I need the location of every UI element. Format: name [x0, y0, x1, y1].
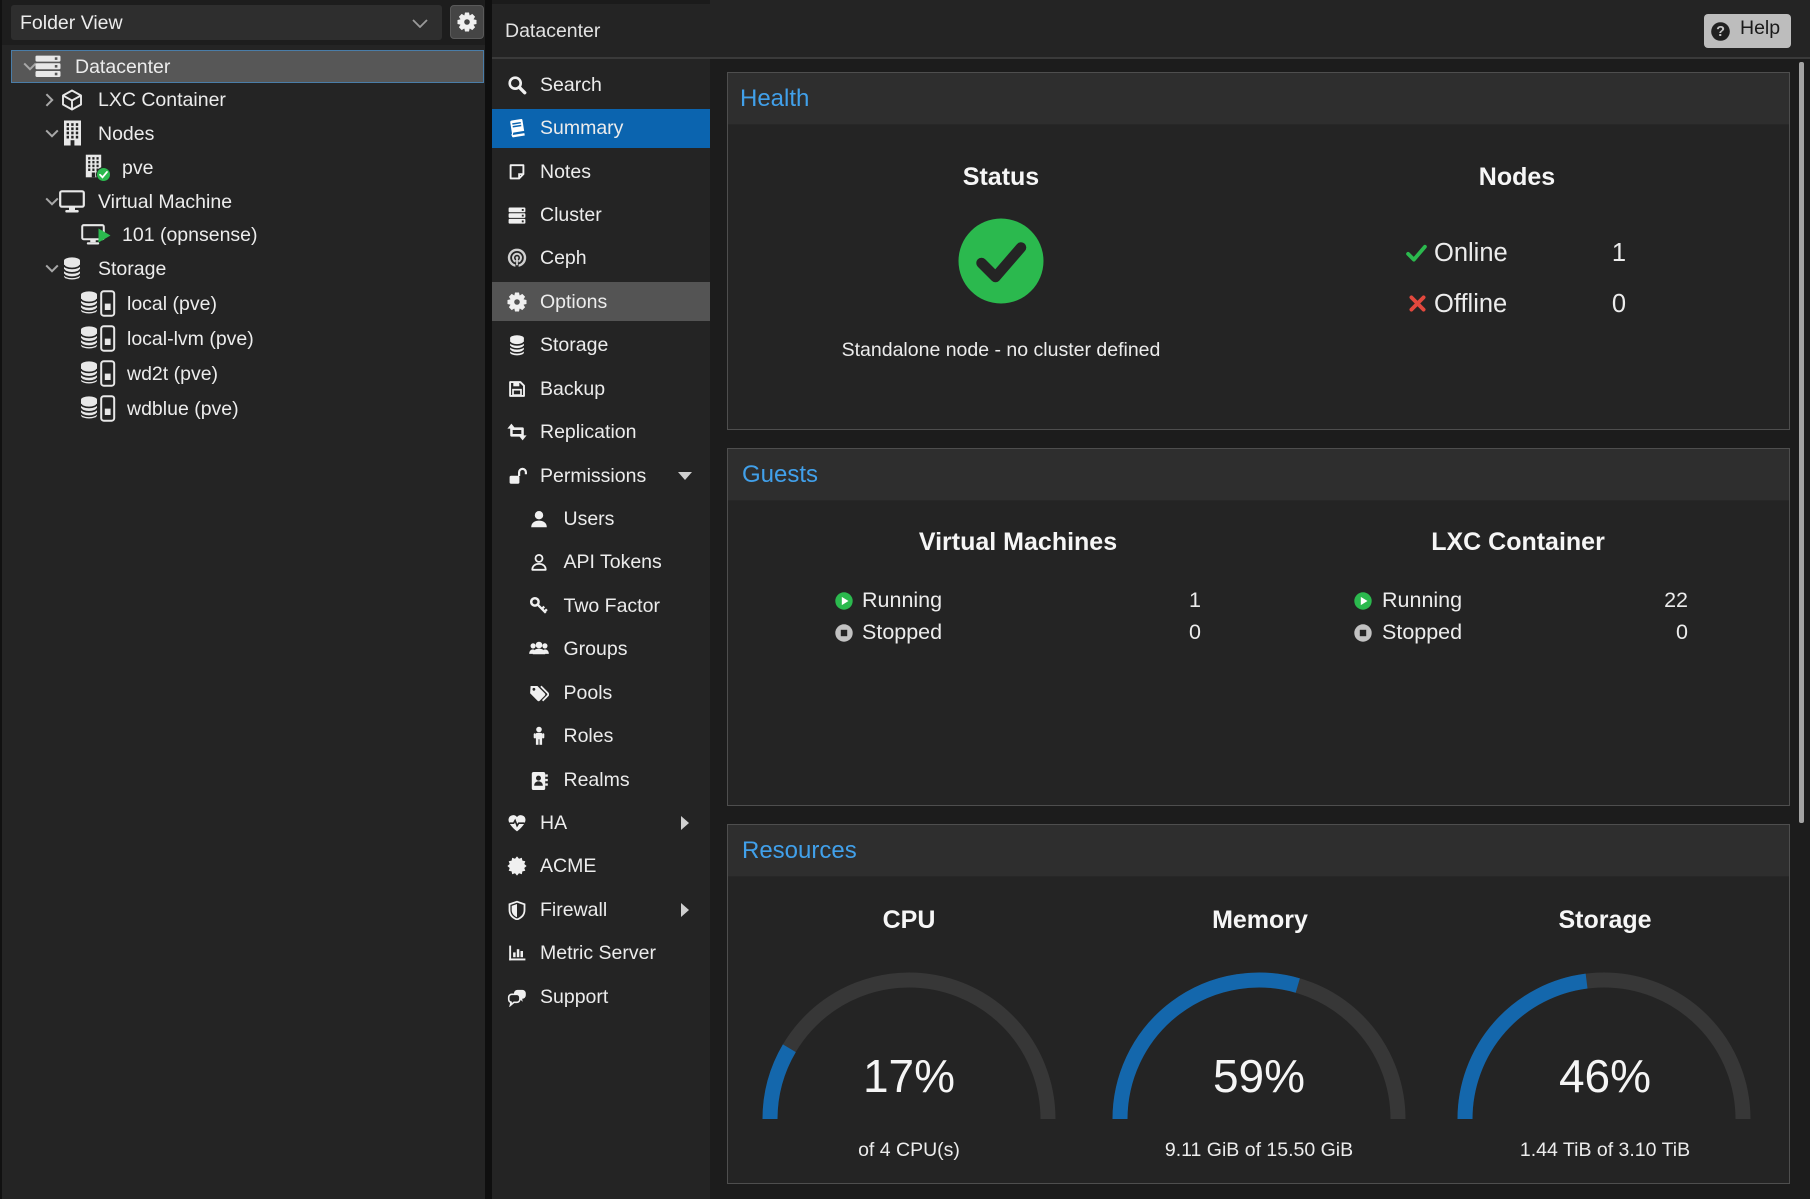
svg-text:?: ?	[1716, 24, 1725, 40]
